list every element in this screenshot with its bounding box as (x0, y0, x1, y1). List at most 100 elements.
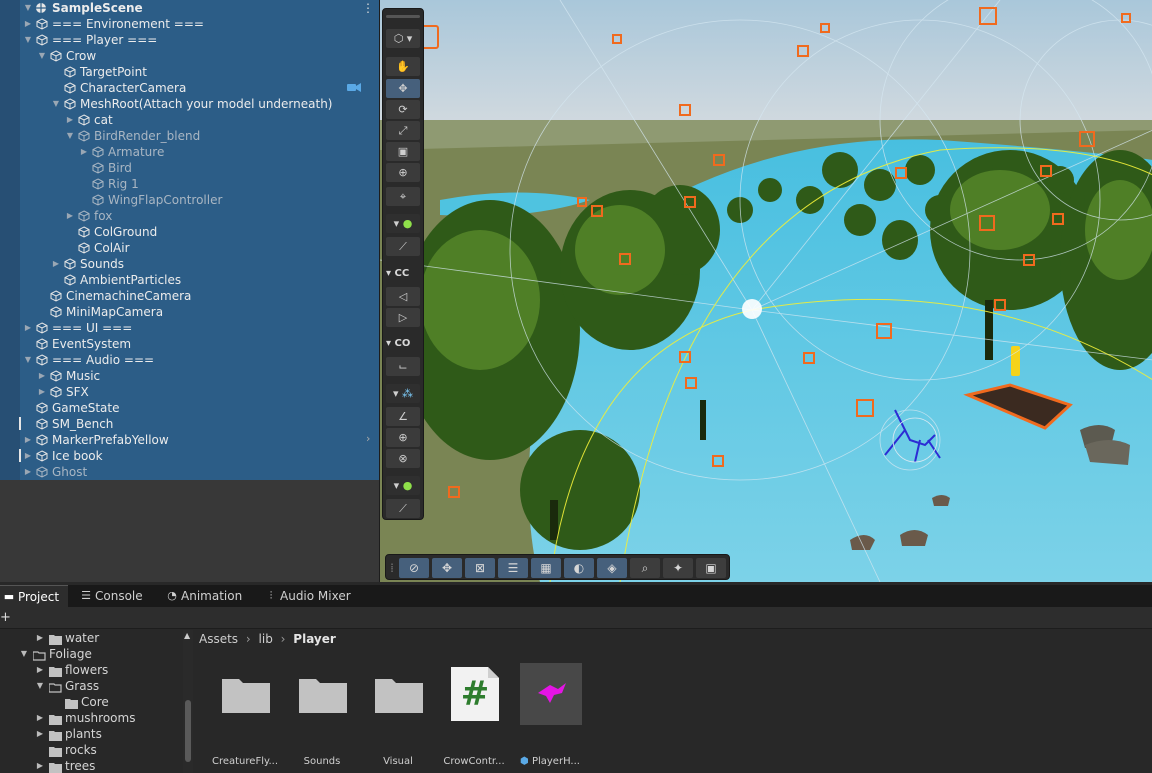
hierarchy-item[interactable]: WingFlapController (0, 192, 379, 208)
more-options-icon[interactable]: ⋮ (362, 0, 374, 16)
sliders-icon[interactable]: ☰ (498, 558, 528, 578)
chevron-right-icon[interactable]: › (366, 432, 370, 445)
probe-tool-icon[interactable]: ⌙ (386, 357, 420, 376)
expand-arrow-icon[interactable]: ▶ (22, 16, 34, 32)
custom-tool-icon[interactable]: ⌖ (386, 187, 420, 206)
hierarchy-item[interactable]: ▼ === Player === (0, 32, 379, 48)
particle-dropdown[interactable]: ▾ ⁂ (386, 384, 420, 403)
hierarchy-item[interactable]: CharacterCamera (0, 80, 379, 96)
asset-visual-folder[interactable]: Visual (363, 660, 433, 772)
hierarchy-item[interactable]: ▶ fox (0, 208, 379, 224)
hierarchy-item[interactable]: MiniMapCamera (0, 304, 379, 320)
hierarchy-item[interactable]: ▶ cat (0, 112, 379, 128)
hierarchy-item[interactable]: ▼ MeshRoot(Attach your model underneath) (0, 96, 379, 112)
folder-tree-item[interactable]: ▶ flowers (0, 662, 183, 678)
edit-path-icon[interactable]: ⟋ (386, 237, 420, 256)
hierarchy-item[interactable]: ▶ Armature (0, 144, 379, 160)
add-icon[interactable]: + (0, 609, 14, 627)
hierarchy-item[interactable]: ▶ Ghost (0, 464, 379, 480)
hierarchy-item[interactable]: ▶ MarkerPrefabYellow (0, 432, 379, 448)
grid-icon[interactable]: ▦ (531, 558, 561, 578)
scrollbar-thumb[interactable] (185, 700, 191, 762)
folder-tree-item[interactable]: ▼ Grass (0, 678, 183, 694)
collapse-arrow-icon[interactable]: ▼ (22, 32, 34, 48)
expand-arrow-icon[interactable]: ▶ (50, 256, 62, 272)
collapse-arrow-icon[interactable]: ▼ (22, 352, 34, 368)
rect-tool-icon[interactable]: ▣ (386, 142, 420, 161)
collider-dropdown[interactable]: ▾ ● (386, 214, 420, 233)
hierarchy-item[interactable]: ▶ === UI === (0, 320, 379, 336)
collapse-arrow-icon[interactable]: ▼ (64, 128, 76, 144)
drag-handle[interactable]: ⁞ (389, 558, 395, 578)
hierarchy-item[interactable]: ColGround (0, 224, 379, 240)
hierarchy-item[interactable]: ▶ SFX (0, 384, 379, 400)
hierarchy-item[interactable]: AmbientParticles (0, 272, 379, 288)
zoom-icon[interactable]: ⌕ (630, 558, 660, 578)
expand-arrow-icon[interactable]: ▶ (35, 630, 45, 646)
expand-arrow-icon[interactable]: ▶ (35, 710, 45, 726)
hierarchy-item[interactable]: ▼ === Audio === (0, 352, 379, 368)
drag-handle[interactable] (386, 15, 420, 18)
asset-crowcontroller-script[interactable]: # CrowContr... (439, 660, 509, 772)
asset-creatureflyer-folder[interactable]: CreatureFly... (210, 660, 280, 772)
expand-arrow-icon[interactable]: ▶ (35, 662, 45, 678)
hierarchy-item[interactable]: ColAir (0, 240, 379, 256)
collapse-arrow-icon[interactable]: ▼ (50, 96, 62, 112)
expand-arrow-icon[interactable]: ▶ (36, 368, 48, 384)
folder-tree-item[interactable]: ▶ mushrooms (0, 710, 183, 726)
hierarchy-item[interactable]: GameState (0, 400, 379, 416)
view-tool-icon[interactable]: ✋ (386, 57, 420, 76)
folder-tree-item[interactable]: rocks (0, 742, 183, 758)
rotate-tool-icon[interactable]: ⟳ (386, 100, 420, 119)
hierarchy-item[interactable]: ▼ BirdRender_blend (0, 128, 379, 144)
expand-arrow-icon[interactable]: ▼ (22, 0, 34, 16)
orientation-dropdown[interactable]: ⬡ ▾ (386, 29, 420, 48)
expand-arrow-icon[interactable]: ▶ (64, 208, 76, 224)
navigate-icon[interactable]: ✦ (663, 558, 693, 578)
expand-arrow-icon[interactable]: ▶ (64, 112, 76, 128)
expand-arrow-icon[interactable]: ▶ (22, 432, 34, 448)
breadcrumb-player[interactable]: Player (293, 632, 336, 646)
target-tool-2-icon[interactable]: ⊗ (386, 449, 420, 468)
scale-tool-icon[interactable]: ⤢ (386, 121, 420, 140)
scale-gizmo-icon[interactable]: ⊠ (465, 558, 495, 578)
group-label-co[interactable]: ▾ CO (386, 334, 420, 353)
expand-arrow-icon[interactable]: ▶ (36, 384, 48, 400)
collapse-arrow-icon[interactable]: ▼ (35, 678, 45, 694)
collapse-arrow-icon[interactable]: ▼ (36, 48, 48, 64)
collapse-arrow-icon[interactable]: ▼ (19, 646, 29, 662)
hierarchy-item[interactable]: ▶ Ice book (0, 448, 379, 464)
target-tool-icon[interactable]: ⊕ (386, 428, 420, 447)
hierarchy-item[interactable]: TargetPoint (0, 64, 379, 80)
asset-sounds-folder[interactable]: Sounds (287, 660, 357, 772)
hierarchy-item[interactable]: Rig 1 (0, 176, 379, 192)
hierarchy-item[interactable]: ▶ Music (0, 368, 379, 384)
sphere-dropdown[interactable]: ▾ ● (386, 476, 420, 495)
breadcrumb-lib[interactable]: lib (259, 632, 273, 646)
folder-tree-item[interactable]: ▶ water (0, 630, 183, 646)
shading-icon[interactable]: ◐ (564, 558, 594, 578)
mirror-tool-icon[interactable]: ▷ (386, 308, 420, 327)
layers-icon[interactable]: ◈ (597, 558, 627, 578)
asset-player-prefab[interactable]: ⬢ PlayerH... (515, 660, 585, 772)
folder-tree-item[interactable]: ▶ trees (0, 758, 183, 773)
tab-project[interactable]: ▬ Project (0, 585, 68, 607)
tree-scrollbar[interactable] (183, 630, 193, 773)
move-tool-icon[interactable]: ✥ (386, 79, 420, 98)
hierarchy-item[interactable]: ▼ Crow (0, 48, 379, 64)
expand-arrow-icon[interactable]: ▶ (22, 320, 34, 336)
scene-root-row[interactable]: ▼ SampleScene (0, 0, 379, 16)
tab-console[interactable]: ☰ Console (77, 585, 153, 607)
expand-arrow-icon[interactable]: ▶ (35, 758, 45, 773)
hierarchy-item[interactable]: ▶ Sounds (0, 256, 379, 272)
camera-settings-icon[interactable]: ▣ (696, 558, 726, 578)
expand-arrow-icon[interactable]: ▶ (22, 464, 34, 480)
scene-view[interactable] (379, 0, 1152, 582)
folder-tree-item[interactable]: Core (0, 694, 183, 710)
folder-tree-item[interactable]: ▶ plants (0, 726, 183, 742)
expand-arrow-icon[interactable]: ▶ (22, 448, 34, 464)
breadcrumb-assets[interactable]: Assets (199, 632, 238, 646)
hierarchy-item[interactable]: CinemachineCamera (0, 288, 379, 304)
tab-audio-mixer[interactable]: ⫶ Audio Mixer (262, 585, 357, 607)
expand-arrow-icon[interactable]: ▶ (35, 726, 45, 742)
